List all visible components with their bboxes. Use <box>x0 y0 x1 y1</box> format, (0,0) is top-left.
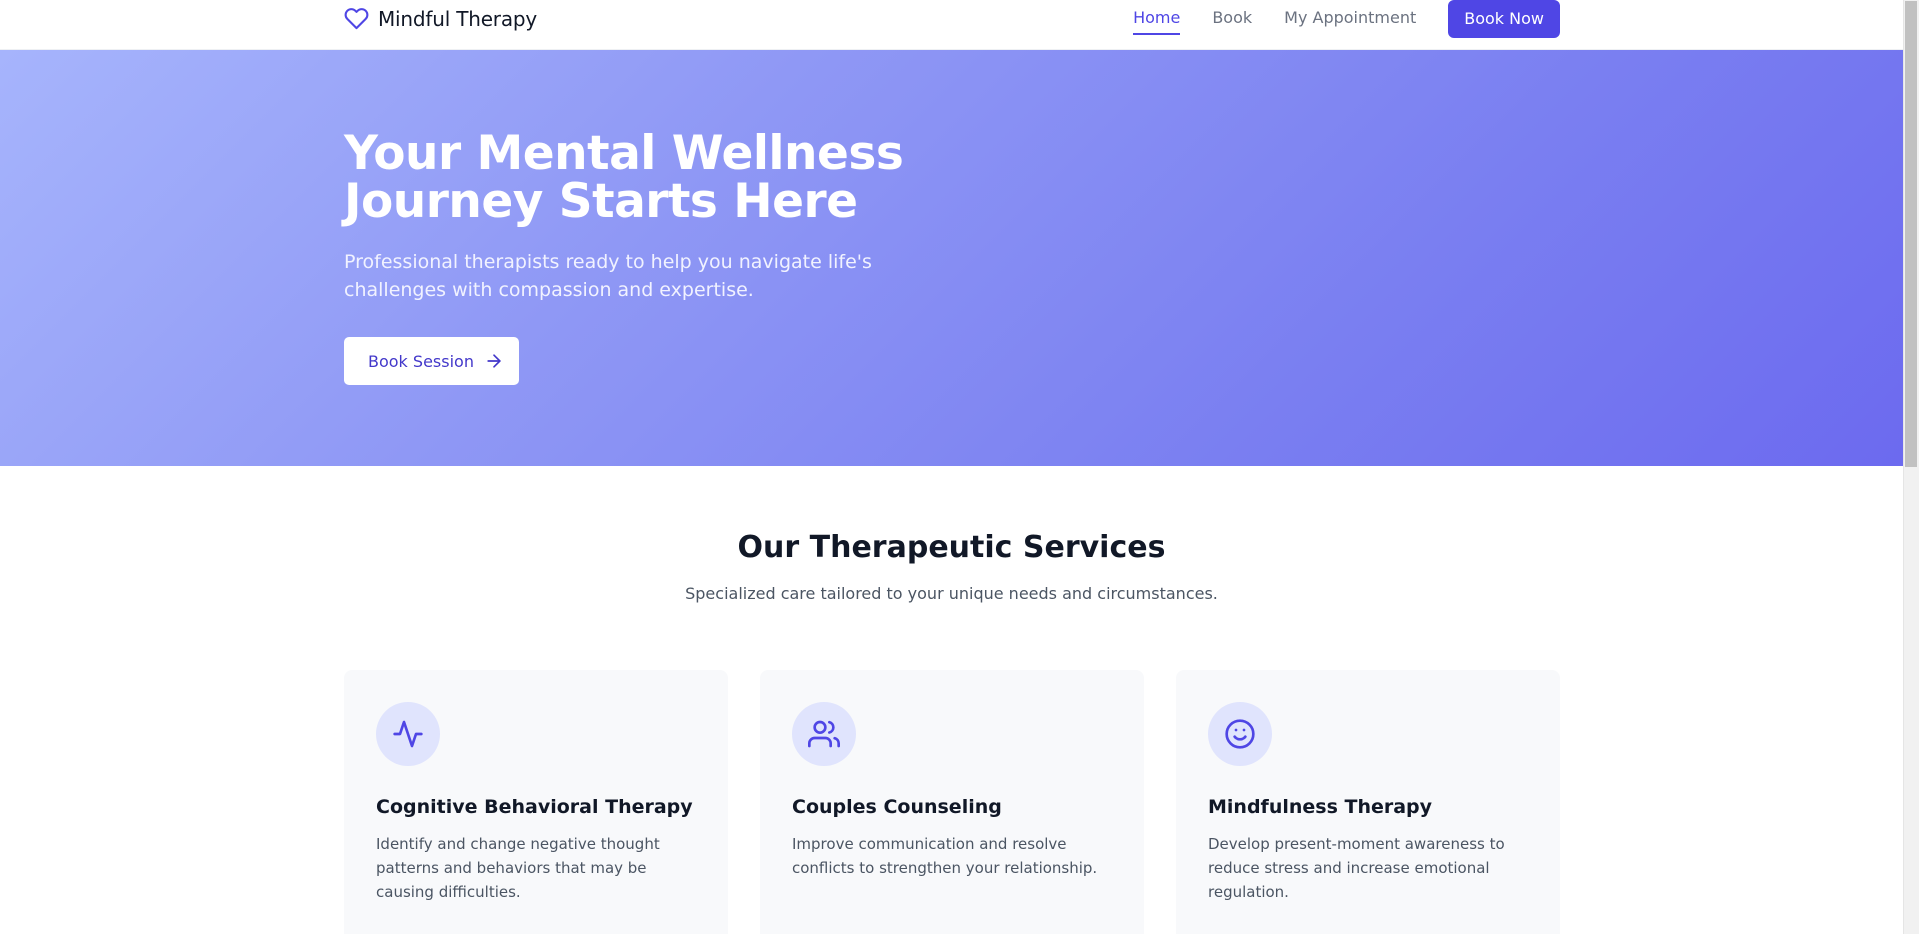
book-session-button[interactable]: Book Session <box>344 337 519 385</box>
hero-title: Your Mental Wellness Journey Starts Here <box>344 130 1044 226</box>
navbar-inner: Mindful Therapy Home Book My Appointment… <box>344 0 1560 38</box>
service-card-couples[interactable]: Couples Counseling Improve communication… <box>760 670 1144 934</box>
nav-link-book[interactable]: Book <box>1212 7 1252 31</box>
scrollbar-track[interactable] <box>1903 0 1919 934</box>
nav-link-home[interactable]: Home <box>1133 7 1181 35</box>
page: Mindful Therapy Home Book My Appointment… <box>0 0 1903 934</box>
brand-logo[interactable]: Mindful Therapy <box>344 6 537 31</box>
service-card-mindfulness[interactable]: Mindfulness Therapy Develop present-mome… <box>1176 670 1560 934</box>
hero-title-line1: Your Mental Wellness <box>344 126 904 181</box>
brand-name: Mindful Therapy <box>378 6 538 31</box>
service-card-cbt[interactable]: Cognitive Behavioral Therapy Identify an… <box>344 670 728 934</box>
scrollbar-thumb[interactable] <box>1905 1 1917 467</box>
card-title: Mindfulness Therapy <box>1208 796 1433 818</box>
hero-subtitle: Professional therapists ready to help yo… <box>344 251 872 301</box>
hero-title-line2: Journey Starts Here <box>344 174 858 229</box>
top-navbar: Mindful Therapy Home Book My Appointment… <box>0 0 1903 50</box>
card-description: Develop present-moment awareness to redu… <box>1208 835 1505 901</box>
arrow-right-icon <box>484 351 504 371</box>
services-title: Our Therapeutic Services <box>737 530 1166 565</box>
card-description: Identify and change negative thought pat… <box>376 835 660 901</box>
card-description: Improve communication and resolve confli… <box>792 835 1098 877</box>
book-session-label: Book Session <box>368 351 474 371</box>
activity-pulse-icon <box>393 720 423 748</box>
book-now-button[interactable]: Book Now <box>1448 0 1560 38</box>
service-cards: Cognitive Behavioral Therapy Identify an… <box>344 670 1560 934</box>
users-icon <box>808 720 840 748</box>
nav-link-my-appointment[interactable]: My Appointment <box>1284 7 1416 31</box>
hero-section: Your Mental Wellness Journey Starts Here… <box>0 50 1903 466</box>
smile-icon <box>1225 719 1255 749</box>
hero-content: Your Mental Wellness Journey Starts Here… <box>344 130 1044 385</box>
card-title: Couples Counseling <box>792 796 1002 818</box>
services-subtitle: Specialized care tailored to your unique… <box>685 584 1218 603</box>
card-icon-circle <box>792 702 856 766</box>
nav-links: Home Book My Appointment Book Now <box>1133 0 1560 38</box>
card-icon-circle <box>376 702 440 766</box>
heart-icon <box>344 6 369 31</box>
card-icon-circle <box>1208 702 1272 766</box>
card-title: Cognitive Behavioral Therapy <box>376 796 693 818</box>
